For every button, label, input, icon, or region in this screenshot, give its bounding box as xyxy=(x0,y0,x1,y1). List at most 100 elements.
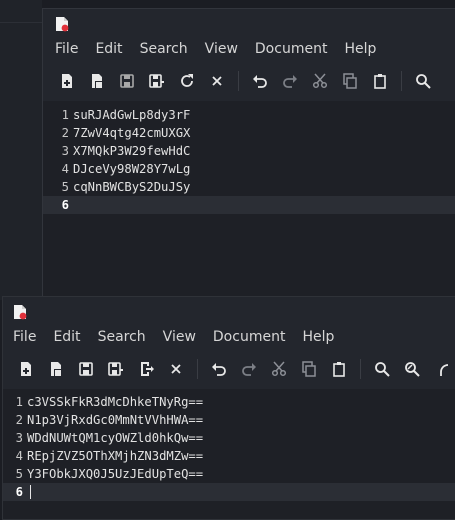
scissors-icon xyxy=(312,73,328,89)
new-file-icon xyxy=(21,362,31,376)
cut-button[interactable] xyxy=(269,359,289,379)
text-line: 2 N1p3VjRxdGc0MmNtVVhHWA== xyxy=(3,411,455,429)
scissors-icon xyxy=(271,361,287,377)
menu-document[interactable]: Document xyxy=(213,329,286,345)
text-line: 5 cqNnBWCByS2DuJSy xyxy=(43,178,455,196)
close-icon xyxy=(171,364,181,374)
copy-button[interactable] xyxy=(299,359,319,379)
line-number: 2 xyxy=(61,126,69,140)
save-as-button[interactable] xyxy=(147,71,167,91)
close-document-button[interactable] xyxy=(166,359,186,379)
find-button[interactable] xyxy=(372,359,392,379)
undo-icon xyxy=(253,75,267,88)
text-line: 1 suRJAdGwLp8dy3rF xyxy=(43,106,455,124)
text-line: 1 c3VSSkFkR3dMcDhkeTNyRg== xyxy=(3,393,455,411)
new-file-button[interactable] xyxy=(16,359,36,379)
toolbar xyxy=(43,61,455,101)
text-line: 5 Y3FObkJXQ0J5UzJEdUpTeQ== xyxy=(3,465,455,483)
redo-icon xyxy=(283,75,297,88)
menu-bar: File Edit Search View Document Help xyxy=(3,325,455,349)
paste-button[interactable] xyxy=(329,359,349,379)
line-number: 2 xyxy=(15,413,23,427)
reload-button[interactable] xyxy=(177,71,197,91)
save-as-icon xyxy=(108,362,123,376)
line-number: 5 xyxy=(61,180,69,194)
menu-edit[interactable]: Edit xyxy=(53,329,80,345)
menu-bar: File Edit Search View Document Help xyxy=(43,37,455,61)
text-line: 3 X7MQkP3W29fewHdC xyxy=(43,142,455,160)
goto-line-button[interactable] xyxy=(432,359,452,379)
text-editor-app-icon xyxy=(56,17,69,32)
current-line: 6 xyxy=(3,483,455,501)
line-text: WDdNUWtQM1cyOWZld0hkQw== xyxy=(27,431,204,445)
line-number: 1 xyxy=(15,395,23,409)
background-panel xyxy=(0,0,42,300)
copy-icon xyxy=(302,361,316,377)
copy-button[interactable] xyxy=(340,71,360,91)
save-icon xyxy=(120,74,134,88)
new-window-icon xyxy=(51,362,61,376)
undo-button[interactable] xyxy=(250,71,270,91)
undo-icon xyxy=(212,363,226,376)
search-icon xyxy=(375,362,390,377)
text-line: 2 7ZwV4qtg42cmUXGX xyxy=(43,124,455,142)
find-replace-icon xyxy=(405,362,420,377)
redo-button[interactable] xyxy=(239,359,259,379)
save-button[interactable] xyxy=(117,71,137,91)
line-number: 6 xyxy=(15,485,23,499)
line-text: REpjZVZ5OThXMjhZN3dMZw== xyxy=(27,449,204,463)
close-document-button[interactable] xyxy=(207,71,227,91)
redo-icon xyxy=(242,363,256,376)
text-area[interactable]: 1 suRJAdGwLp8dy3rF 2 7ZwV4qtg42cmUXGX 3 X7M… xyxy=(43,101,455,301)
line-number: 4 xyxy=(15,449,23,463)
menu-search[interactable]: Search xyxy=(140,41,188,57)
text-area[interactable]: 1 c3VSSkFkR3dMcDhkeTNyRg== 2 N1p3VjRxdGc0M… xyxy=(3,389,455,519)
menu-view[interactable]: View xyxy=(205,41,238,57)
line-text: DJceVy98W28Y7wLg xyxy=(73,162,191,176)
find-button[interactable] xyxy=(413,71,433,91)
toolbar xyxy=(3,349,455,389)
revert-button[interactable] xyxy=(136,359,156,379)
menu-view[interactable]: View xyxy=(163,329,196,345)
new-window-button[interactable] xyxy=(46,359,66,379)
clipboard-icon xyxy=(374,74,386,89)
menu-edit[interactable]: Edit xyxy=(95,41,122,57)
paste-button[interactable] xyxy=(370,71,390,91)
title-bar xyxy=(43,9,455,37)
line-number: 1 xyxy=(61,108,69,122)
undo-button[interactable] xyxy=(209,359,229,379)
line-text xyxy=(25,483,27,501)
line-number: 3 xyxy=(15,431,23,445)
save-as-icon xyxy=(149,74,164,88)
close-icon xyxy=(212,76,222,86)
line-text: N1p3VjRxdGc0MmNtVVhHWA== xyxy=(27,413,204,427)
search-icon xyxy=(416,74,431,89)
redo-button[interactable] xyxy=(280,71,300,91)
title-bar xyxy=(3,297,455,325)
new-window-button[interactable] xyxy=(87,71,107,91)
menu-search[interactable]: Search xyxy=(98,329,146,345)
find-replace-button[interactable] xyxy=(402,359,422,379)
save-as-button[interactable] xyxy=(106,359,126,379)
save-button[interactable] xyxy=(76,359,96,379)
copy-icon xyxy=(343,73,357,89)
line-text: Y3FObkJXQ0J5UzJEdUpTeQ== xyxy=(27,467,204,481)
save-icon xyxy=(79,362,93,376)
text-cursor xyxy=(30,485,31,499)
line-number: 4 xyxy=(61,162,69,176)
line-text: suRJAdGwLp8dy3rF xyxy=(73,108,191,122)
text-editor-app-icon xyxy=(14,305,27,320)
line-number: 5 xyxy=(15,467,23,481)
menu-document[interactable]: Document xyxy=(255,41,328,57)
cut-button[interactable] xyxy=(310,71,330,91)
editor-window-1: File Edit Search View Document Help 1 suR… xyxy=(42,8,455,302)
text-line: 3 WDdNUWtQM1cyOWZld0hkQw== xyxy=(3,429,455,447)
menu-file[interactable]: File xyxy=(13,329,36,345)
menu-help[interactable]: Help xyxy=(302,329,334,345)
menu-help[interactable]: Help xyxy=(344,41,376,57)
menu-file[interactable]: File xyxy=(55,41,78,57)
new-window-icon xyxy=(92,74,102,88)
new-file-button[interactable] xyxy=(57,71,77,91)
reload-icon xyxy=(181,74,193,87)
current-line: 6 xyxy=(43,196,455,214)
